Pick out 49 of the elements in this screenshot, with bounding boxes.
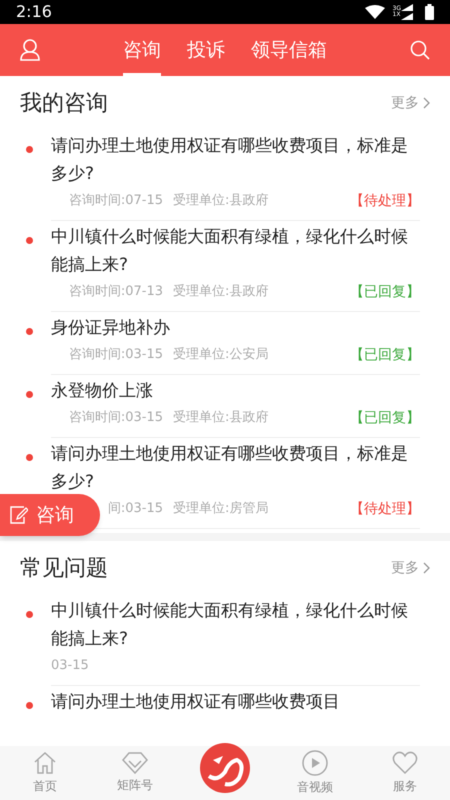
consult-button[interactable]: 咨询 [0, 494, 100, 536]
wifi-icon [364, 5, 385, 19]
faq-question[interactable]: 请问办理土地使用权证有哪些收费项目 [51, 688, 420, 716]
status-label: 【待处理】 [350, 192, 420, 211]
status-label: 【待处理】 [350, 500, 420, 519]
search-icon[interactable] [410, 40, 430, 60]
faq-date: 03-15 [51, 657, 90, 675]
battery-icon [425, 4, 434, 20]
nav-tab[interactable]: 矩阵号 [90, 752, 180, 794]
consultation-question[interactable]: 请问办理土地使用权证有哪些收费项目，标准是多少? [51, 132, 420, 188]
consultation-time: 间:03-15 [108, 500, 163, 518]
app-logo[interactable] [199, 742, 251, 794]
more-link[interactable]: 更多 [391, 92, 430, 114]
section-title: 我的咨询 [20, 90, 109, 118]
handling-unit: 受理单位:公安局 [173, 346, 270, 364]
handling-unit: 受理单位:县政府 [173, 283, 270, 301]
nav-tab[interactable]: 首页 [0, 751, 90, 795]
status-label: 【已回复】 [350, 283, 420, 302]
handling-unit: 受理单位:县政府 [173, 192, 270, 210]
chevron-icon [423, 562, 430, 574]
faq-question[interactable]: 中川镇什么时候能大面积有绿植，绿化什么时候能搞上来? [51, 597, 420, 653]
diamond-icon [122, 752, 148, 774]
consultation-time: 咨询时间:03-15 [68, 409, 163, 427]
status-time: 2:16 [16, 1, 52, 23]
consultation-question[interactable]: 永登物价上涨 [51, 377, 420, 405]
nav-tab[interactable]: 音视频 [270, 750, 360, 796]
consultation-time: 咨询时间:07-15 [68, 192, 163, 210]
nav-tab[interactable]: 服务 [360, 751, 450, 795]
header-tab[interactable]: 咨询 [123, 24, 161, 76]
chevron-icon [423, 97, 430, 109]
home-icon [33, 751, 57, 775]
user-icon[interactable] [20, 39, 40, 61]
edit-icon [10, 506, 28, 524]
more-link[interactable]: 更多 [391, 558, 430, 578]
consultation-question[interactable]: 中川镇什么时候能大面积有绿植，绿化什么时候能搞上来? [51, 223, 420, 279]
handling-unit: 受理单位:县政府 [173, 409, 270, 427]
signal-icon [401, 4, 413, 20]
header-tab[interactable]: 领导信箱 [251, 24, 327, 76]
consultation-question[interactable]: 请问办理土地使用权证有哪些收费项目，标准是多少? [51, 440, 420, 496]
header-tab[interactable]: 投诉 [187, 24, 225, 76]
heart-icon [392, 751, 418, 775]
consultation-time: 咨询时间:07-13 [68, 283, 163, 301]
consultation-time: 咨询时间:03-15 [68, 346, 163, 364]
status-label: 【已回复】 [350, 346, 420, 365]
consultation-question[interactable]: 身份证异地补办 [51, 314, 420, 342]
section-title: 常见问题 [20, 554, 109, 582]
handling-unit: 受理单位:房管局 [173, 500, 270, 518]
status-label: 【已回复】 [350, 409, 420, 428]
play-icon [302, 750, 328, 776]
